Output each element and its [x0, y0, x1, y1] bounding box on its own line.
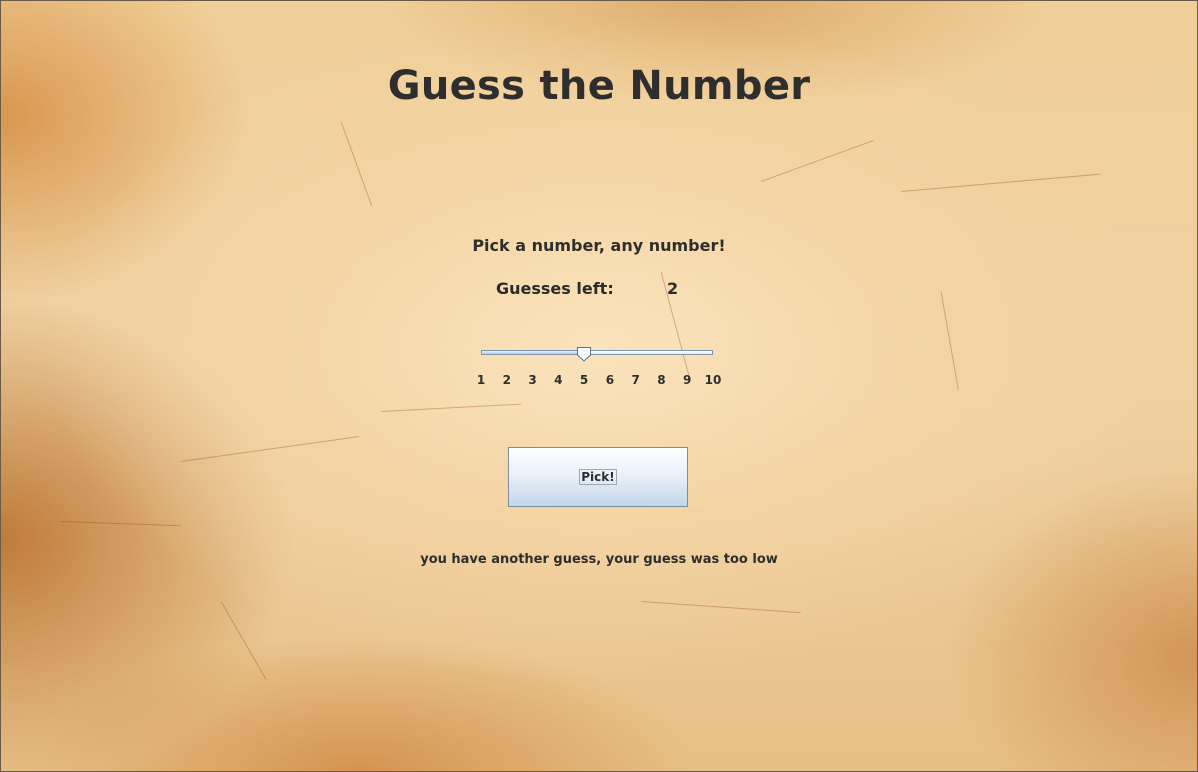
slider-tick-label: 2 — [502, 373, 511, 387]
pick-button-label: Pick! — [579, 469, 617, 485]
slider-fill — [482, 351, 585, 354]
pick-button[interactable]: Pick! — [508, 447, 688, 507]
slider-tick-label: 4 — [554, 373, 563, 387]
slider-track[interactable] — [481, 350, 713, 355]
parchment-scratch — [640, 601, 801, 614]
parchment-scratch — [340, 121, 373, 207]
parchment-scratch — [380, 403, 521, 412]
prompt-label: Pick a number, any number! — [472, 236, 726, 255]
parchment-scratch — [900, 173, 1101, 192]
slider-tick-label: 8 — [657, 373, 666, 387]
slider-tick-label: 6 — [605, 373, 615, 387]
page-title: Guess the Number — [387, 63, 811, 109]
slider-tick-label: 7 — [631, 373, 640, 387]
parchment-scratch — [760, 139, 874, 182]
status-message: you have another guess, your guess was t… — [420, 552, 778, 567]
slider-tick-label: 10 — [704, 373, 722, 387]
guesses-left-value: 2 — [667, 279, 679, 298]
guesses-left-label: Guesses left: — [496, 279, 614, 298]
slider-tick-label: 9 — [683, 373, 692, 387]
number-slider[interactable]: 1 2 3 4 5 6 7 8 9 10 — [471, 343, 727, 393]
parchment-scratch — [220, 601, 267, 680]
parchment-scratch — [940, 291, 959, 391]
slider-tick-label: 1 — [476, 373, 486, 387]
game-window: Guess the Number Pick a number, any numb… — [0, 0, 1198, 772]
slider-tick-label: 5 — [579, 373, 589, 387]
parchment-scratch — [60, 521, 181, 527]
pentagon-thumb-icon[interactable] — [576, 346, 592, 362]
parchment-scratch — [180, 435, 360, 462]
slider-tick-label: 3 — [528, 373, 537, 387]
